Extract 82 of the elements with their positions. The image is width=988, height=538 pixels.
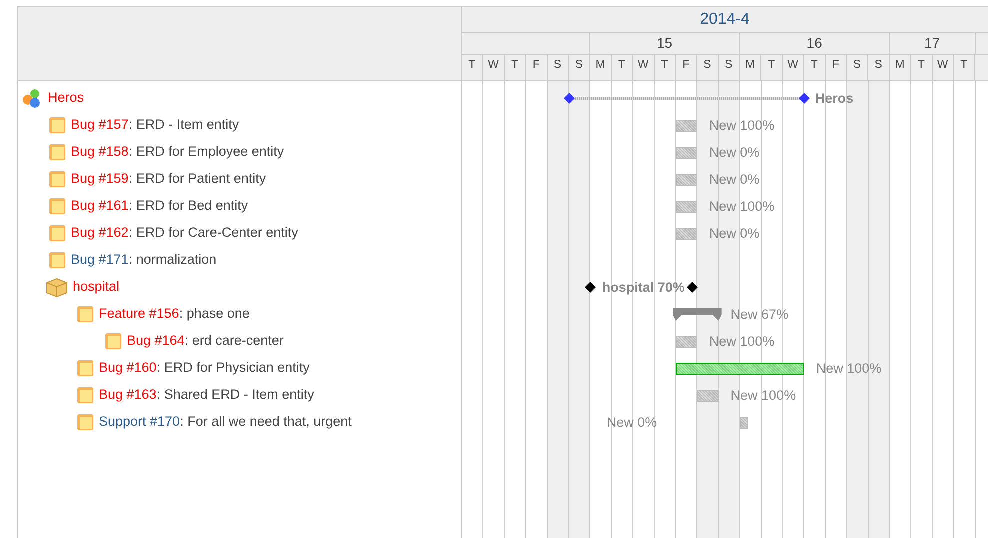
week-number: 17 <box>924 34 940 53</box>
issue-link[interactable]: Bug #164 <box>127 331 185 352</box>
box-icon <box>46 278 68 298</box>
day-letter: T <box>468 58 476 73</box>
week-number: 15 <box>657 34 673 53</box>
parent-task-bar <box>673 308 722 322</box>
version-link[interactable]: Heros <box>48 88 84 109</box>
week-number: 16 <box>806 34 822 53</box>
issue-link[interactable]: Bug #163 <box>99 385 157 406</box>
issue-subject: : Shared ERD - Item entity <box>156 386 314 404</box>
issue-icon <box>77 414 94 431</box>
version-icon <box>21 88 43 108</box>
issue-link[interactable]: Bug #162 <box>71 223 129 244</box>
milestone-icon <box>564 93 574 104</box>
issue-link[interactable]: Support #170 <box>99 412 180 433</box>
day-letter: W <box>937 58 948 73</box>
day-letter: M <box>596 58 606 73</box>
task-status-label: New 100% <box>709 118 775 134</box>
issue-icon <box>77 306 94 323</box>
issue-subject: : ERD for Employee entity <box>128 143 284 162</box>
task-status-label: New 0% <box>709 144 760 160</box>
task-status-label: New 0% <box>709 226 760 242</box>
day-letter: M <box>895 58 905 73</box>
day-letter: S <box>874 58 882 73</box>
day-letter: T <box>768 58 776 73</box>
task-status-label: New 0% <box>709 172 760 188</box>
issue-icon <box>49 171 66 188</box>
day-letter: M <box>745 58 756 73</box>
day-letter: S <box>853 58 862 73</box>
day-letter: S <box>704 58 712 73</box>
task-status-label: New 100% <box>709 334 775 350</box>
day-letter: T <box>511 58 518 73</box>
issue-subject: : ERD - Item entity <box>128 116 240 134</box>
issue-link[interactable]: Bug #158 <box>71 142 129 163</box>
milestone-icon <box>584 282 596 293</box>
project-label: hospital 70% <box>602 280 685 296</box>
day-letter: F <box>682 58 690 73</box>
day-letter: T <box>618 58 626 73</box>
day-letter: T <box>810 58 818 73</box>
day-letter: F <box>532 58 540 73</box>
day-letter: T <box>960 58 968 73</box>
month-label: 2014-4 <box>700 10 750 30</box>
issue-subject: : ERD for Care-Center entity <box>128 224 298 242</box>
issue-subject: : For all we need that, urgent <box>180 413 352 432</box>
issue-link[interactable]: Bug #159 <box>71 169 129 190</box>
day-letter: W <box>488 58 500 73</box>
issue-icon <box>77 387 94 404</box>
issue-icon <box>49 225 66 242</box>
issue-icon <box>49 117 66 134</box>
day-letter: T <box>918 58 925 73</box>
project-link[interactable]: hospital <box>73 277 120 298</box>
issue-icon <box>105 333 122 350</box>
task-status-label: New 100% <box>730 388 796 404</box>
issue-icon <box>49 144 66 161</box>
task-status-label: New 100% <box>709 198 775 214</box>
version-label: Heros <box>815 90 854 106</box>
issue-icon <box>77 360 94 377</box>
day-letter: S <box>554 58 562 73</box>
issue-subject: : ERD for Bed entity <box>128 197 248 216</box>
day-letter: S <box>725 58 733 73</box>
task-status-label: New 100% <box>816 360 882 376</box>
issue-link[interactable]: Bug #160 <box>99 358 157 379</box>
day-letter: S <box>575 58 583 73</box>
milestone-icon <box>798 93 810 104</box>
day-letter: W <box>788 58 798 73</box>
issue-subject: : normalization <box>128 251 217 270</box>
issue-subject: : erd care-center <box>184 332 284 350</box>
task-status-label: New 67% <box>730 306 789 322</box>
day-letter: W <box>638 58 649 73</box>
issue-link[interactable]: Bug #171 <box>71 250 129 271</box>
day-letter: F <box>832 58 840 73</box>
issue-link[interactable]: Feature #156 <box>99 304 180 325</box>
milestone-icon <box>686 282 698 293</box>
day-letter: T <box>661 58 668 73</box>
issue-subject: : ERD for Patient entity <box>128 170 266 188</box>
task-status-label: New 0% <box>606 414 658 430</box>
issue-link[interactable]: Bug #157 <box>71 115 129 136</box>
issue-subject: : ERD for Physician entity <box>156 359 310 378</box>
issue-subject: : phase one <box>179 305 250 324</box>
issue-icon <box>49 252 66 269</box>
issue-link[interactable]: Bug #161 <box>71 196 129 217</box>
issue-icon <box>49 198 66 215</box>
